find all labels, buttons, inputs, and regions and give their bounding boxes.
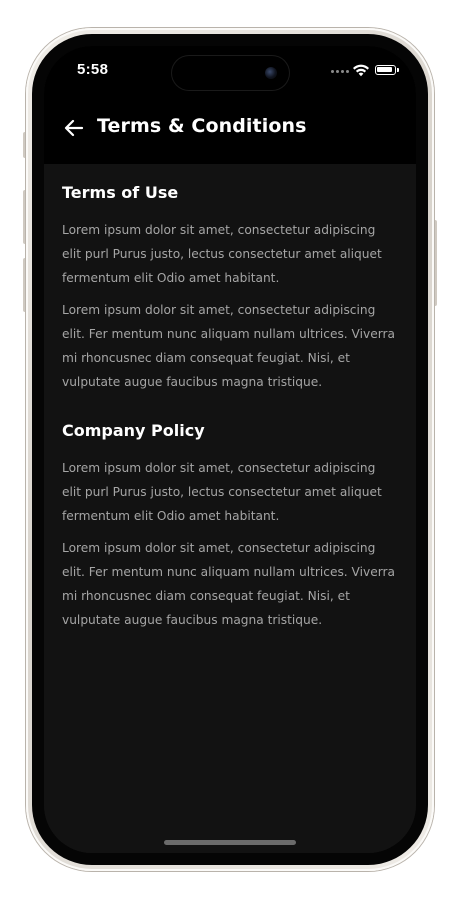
home-indicator[interactable] xyxy=(164,840,296,845)
section-company-policy: Company Policy Lorem ipsum dolor sit ame… xyxy=(62,420,398,640)
section-heading: Terms of Use xyxy=(62,183,179,202)
phone-screen: 5:58 Terms & Conditions Terms of Use Lor… xyxy=(44,46,416,853)
page-title: Terms & Conditions xyxy=(97,115,307,137)
section-paragraph: Lorem ipsum dolor sit amet, consectetur … xyxy=(62,223,382,285)
section-paragraph: Lorem ipsum dolor sit amet, consectetur … xyxy=(62,541,395,627)
battery-icon xyxy=(375,65,399,75)
device-mockup: 5:58 Terms & Conditions Terms of Use Lor… xyxy=(0,0,460,900)
back-arrow-icon[interactable] xyxy=(62,116,86,140)
section-terms-of-use: Terms of Use Lorem ipsum dolor sit amet,… xyxy=(62,182,398,402)
status-bar: 5:58 xyxy=(44,46,416,94)
terms-content[interactable]: Terms of Use Lorem ipsum dolor sit amet,… xyxy=(44,164,416,853)
section-paragraph: Lorem ipsum dolor sit amet, consectetur … xyxy=(62,461,382,523)
section-heading: Company Policy xyxy=(62,421,205,440)
section-paragraph: Lorem ipsum dolor sit amet, consectetur … xyxy=(62,303,395,389)
wifi-icon xyxy=(353,64,369,77)
cellular-signal-icon xyxy=(331,70,349,73)
app-header: Terms & Conditions xyxy=(44,94,416,164)
dynamic-island xyxy=(172,56,289,90)
status-time: 5:58 xyxy=(77,61,109,78)
front-camera-icon xyxy=(265,67,277,79)
